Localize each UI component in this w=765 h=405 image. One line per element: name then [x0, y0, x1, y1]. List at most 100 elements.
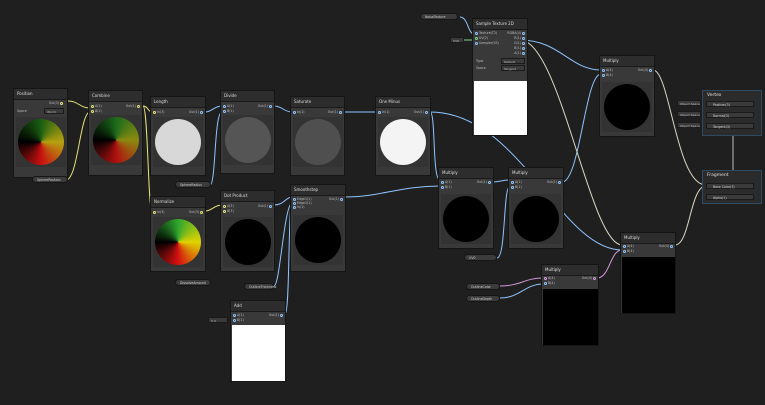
port-dot-icon[interactable]	[544, 276, 547, 280]
vertex-slot-tangent[interactable]: Tangent(3)	[706, 123, 754, 129]
property-uv0[interactable]: UV0	[464, 254, 497, 261]
port-dot-icon[interactable]	[233, 318, 236, 322]
property-noise-texture[interactable]: NoiseTexture	[420, 13, 458, 20]
port-dot-icon[interactable]	[223, 204, 226, 208]
port-dot-icon[interactable]	[223, 109, 226, 113]
port-dot-icon[interactable]	[475, 36, 478, 40]
port-dot-icon[interactable]	[593, 276, 596, 280]
port-dot-icon[interactable]	[200, 110, 203, 114]
fragment-slot-base-color[interactable]: Base Color(3)	[706, 183, 754, 189]
property-outline-color[interactable]: OutlineColor	[466, 283, 500, 290]
space-dropdown[interactable]: Tangent	[501, 65, 525, 71]
node-preview	[511, 194, 561, 244]
port-dot-icon[interactable]	[378, 110, 381, 114]
node-title: Divide	[221, 91, 274, 102]
port-dot-icon[interactable]	[441, 185, 444, 189]
object-space-tag-3: Object Space	[677, 122, 701, 128]
node-add[interactable]: Add A(1) B(1) Out(1)	[230, 300, 286, 382]
port-dot-icon[interactable]	[441, 180, 444, 184]
fragment-context[interactable]: Fragment Base Color(3) Alpha(1)	[702, 170, 762, 204]
port-dot-icon[interactable]	[475, 41, 478, 45]
wire-position-combine	[67, 100, 91, 109]
port-dot-icon[interactable]	[153, 110, 156, 114]
fragment-slot-alpha[interactable]: Alpha(1)	[706, 194, 754, 200]
port-dot-icon[interactable]	[511, 185, 514, 189]
port-dot-icon[interactable]	[522, 51, 525, 55]
property-dissolve-amount[interactable]: DissolveAmount	[175, 279, 211, 286]
port-dot-icon[interactable]	[602, 73, 605, 77]
port-dot-icon[interactable]	[269, 204, 272, 208]
port-dot-icon[interactable]	[280, 313, 283, 317]
node-length[interactable]: Length In(3) Out(1)	[150, 96, 206, 176]
vertex-context[interactable]: Vertex Position(3) Normal(3) Tangent(3)	[702, 90, 762, 136]
port-dot-icon[interactable]	[233, 313, 236, 317]
port-dot-icon[interactable]	[340, 197, 343, 201]
port-dot-icon[interactable]	[223, 209, 226, 213]
port-dot-icon[interactable]	[623, 244, 626, 248]
port-dot-icon[interactable]	[200, 210, 203, 214]
port-dot-icon[interactable]	[475, 31, 478, 35]
space-label: Space	[17, 109, 27, 113]
node-preview	[16, 117, 66, 167]
property-sphere-position[interactable]: SpherePosition	[32, 176, 68, 183]
node-combine[interactable]: Combine A(1) B(1) Out(1)	[88, 90, 143, 176]
node-saturate[interactable]: Saturate In(1) Out(1)	[290, 96, 345, 176]
property-outline-depth[interactable]: OutlineDepth	[466, 295, 500, 302]
node-multiply-1[interactable]: Multiply A(1) B(1) Out(1)	[438, 167, 494, 249]
property-sphere-radius[interactable]: SphereRadius	[175, 181, 211, 188]
port-dot-icon[interactable]	[649, 68, 652, 72]
node-divide[interactable]: Divide A(1) B(1) Out(1)	[220, 90, 275, 174]
fragment-title: Fragment	[707, 173, 729, 178]
node-preview	[91, 115, 141, 165]
port-dot-icon[interactable]	[522, 46, 525, 50]
port-dot-icon[interactable]	[558, 180, 561, 184]
port-dot-icon[interactable]	[602, 68, 605, 72]
port-dot-icon[interactable]	[223, 104, 226, 108]
port-dot-icon[interactable]	[269, 104, 272, 108]
shader-graph-canvas[interactable]: Position Out(3) Space World Combine A(1)…	[0, 0, 765, 405]
port-dot-icon[interactable]	[137, 104, 140, 108]
preview-sphere	[225, 117, 271, 163]
port-dot-icon[interactable]	[91, 104, 94, 108]
port-dot-icon[interactable]	[425, 110, 428, 114]
node-title: Saturate	[291, 97, 344, 108]
node-normalize[interactable]: Normalize In(3) Out(3)	[150, 196, 206, 272]
port-dot-icon[interactable]	[511, 180, 514, 184]
port-dot-icon[interactable]	[153, 210, 156, 214]
x-input-field[interactable]: X 0	[208, 317, 228, 323]
vertex-slot-normal[interactable]: Normal(3)	[706, 112, 754, 118]
node-position[interactable]: Position Out(3) Space World	[13, 88, 68, 178]
vertex-slot-position[interactable]: Position(3)	[706, 101, 754, 107]
port-dot-icon[interactable]	[60, 101, 63, 105]
node-preview	[441, 194, 491, 244]
node-sample-texture-2d[interactable]: Sample Texture 2D Texture(T2) UV(2) Samp…	[472, 18, 528, 136]
port-dot-icon[interactable]	[91, 109, 94, 113]
preview-sphere	[295, 217, 341, 263]
port-dot-icon[interactable]	[339, 110, 342, 114]
port-dot-icon[interactable]	[623, 249, 626, 253]
type-dropdown[interactable]: Default	[501, 58, 525, 64]
uv-channel-dropdown[interactable]: UV0	[450, 37, 464, 43]
node-preview	[223, 217, 273, 267]
property-outline-thickness[interactable]: OutlineThickness	[244, 283, 276, 290]
wire-outlinecolor-multiply5	[499, 277, 544, 287]
space-dropdown[interactable]: World	[44, 108, 64, 114]
node-multiply-3[interactable]: Multiply A(4) B(4) Out(4)	[599, 55, 655, 137]
object-space-tag-1: Object Space	[677, 100, 701, 106]
node-multiply-2[interactable]: Multiply A(1) B(1) Out(1)	[508, 167, 564, 249]
port-dot-icon[interactable]	[522, 36, 525, 40]
node-dot-product[interactable]: Dot Product A(3) B(3) Out(1)	[220, 190, 275, 272]
port-dot-icon[interactable]	[544, 281, 547, 285]
port-dot-icon[interactable]	[522, 41, 525, 45]
node-smoothstep[interactable]: Smoothstep Edge1(1) Edge2(1) In(1) Out(1…	[290, 184, 346, 272]
port-dot-icon[interactable]	[670, 244, 673, 248]
port-dot-icon[interactable]	[293, 205, 296, 209]
node-one-minus[interactable]: One Minus In(1) Out(1)	[375, 96, 431, 176]
port-dot-icon[interactable]	[293, 110, 296, 114]
node-preview	[232, 325, 285, 381]
node-multiply-4[interactable]: Multiply A(4) B(4) Out(4)	[620, 232, 676, 314]
node-multiply-5[interactable]: Multiply A(4) B(4) Out(4)	[541, 264, 599, 346]
port-dot-icon[interactable]	[522, 31, 525, 35]
node-title: Normalize	[151, 197, 205, 208]
port-dot-icon[interactable]	[488, 180, 491, 184]
